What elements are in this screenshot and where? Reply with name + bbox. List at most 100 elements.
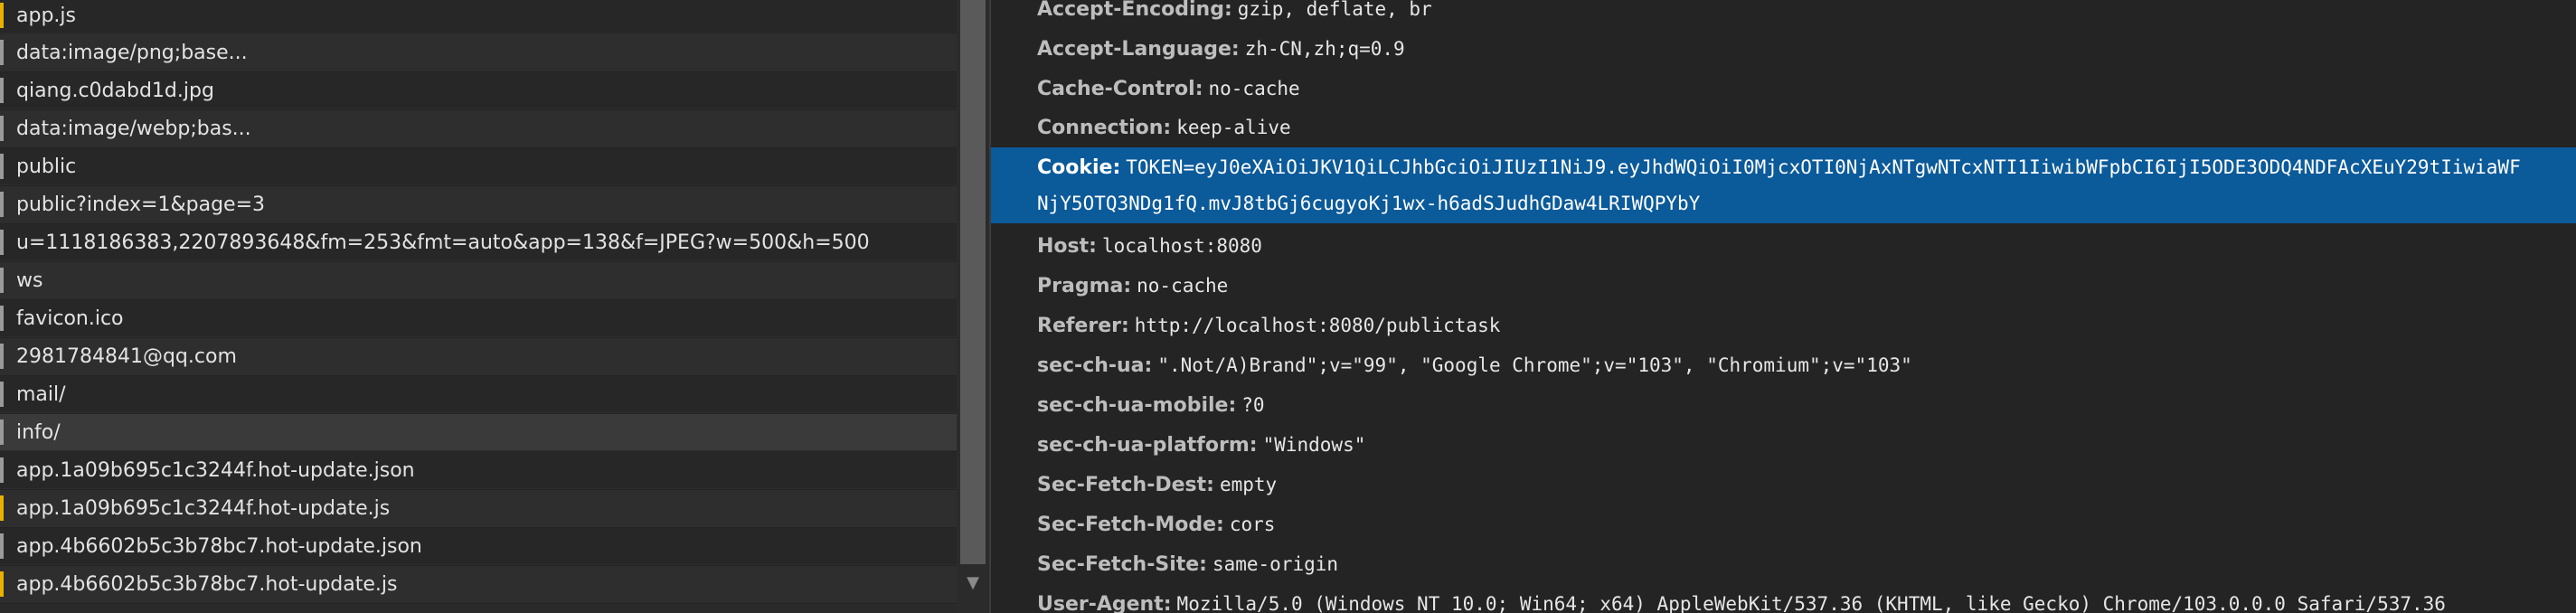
header-row: sec-ch-ua-mobile: ?0 [991,385,2576,425]
header-value: localhost:8080 [1101,235,1262,257]
file-icon [0,78,4,103]
request-name: u=1118186383,2207893648&fm=253&fmt=auto&… [16,231,870,254]
header-key: Sec-Fetch-Site: [1037,553,1207,576]
file-icon [0,268,4,293]
file-icon [0,230,4,255]
request-row[interactable]: public [0,148,957,185]
cookie-value-line1: TOKEN=eyJ0eXAiOiJKV1QiLCJhbGciOiJIUzI1Ni… [1126,156,2521,178]
header-key: Accept-Language: [1037,38,1240,61]
request-headers-panel: Accept-Encoding: gzip, deflate, br Accept… [991,0,2576,613]
request-list-scrollbar[interactable]: ▼ [957,0,989,613]
header-key: Pragma: [1037,275,1132,297]
request-name: mail/ [16,383,66,406]
header-row: Referer: http://localhost:8080/publictask [991,306,2576,345]
request-name: qiang.c0dabd1d.jpg [16,80,214,102]
header-value: Mozilla/5.0 (Windows NT 10.0; Win64; x64… [1176,593,2446,613]
header-row: Connection: keep-alive [991,108,2576,147]
request-row[interactable]: mail/ [0,376,957,413]
file-icon [0,192,4,217]
request-name: public [16,156,77,178]
file-icon [0,116,4,141]
cookie-header-row-selected[interactable]: Cookie: TOKEN=eyJ0eXAiOiJKV1QiLCJhbGciOiJ… [991,147,2576,223]
request-name: 2981784841@qq.com [16,345,237,368]
header-key: sec-ch-ua-mobile: [1037,394,1237,417]
header-value: http://localhost:8080/publictask [1134,315,1501,336]
header-value: ".Not/A)Brand";v="99", "Google Chrome";v… [1157,354,1912,376]
request-row[interactable]: ws [0,262,957,299]
header-value: no-cache [1137,275,1229,297]
header-row: Sec-Fetch-Dest: empty [991,465,2576,505]
request-list: app.js data:image/png;base... qiang.c0da… [0,0,957,613]
request-row[interactable]: app.4b6602b5c3b78bc7.hot-update.js [0,566,957,603]
header-value: zh-CN,zh;q=0.9 [1244,38,1405,60]
header-key: User-Agent: [1037,593,1172,613]
request-row[interactable]: 2981784841@qq.com [0,338,957,375]
header-row: Pragma: no-cache [991,266,2576,306]
scrollbar-thumb[interactable] [960,0,986,564]
request-name: app.4b6602b5c3b78bc7.hot-update.js [16,573,398,596]
header-row: Host: localhost:8080 [991,226,2576,266]
header-value: keep-alive [1176,117,1291,138]
request-name: ws [16,269,43,292]
devtools-network-panel: app.js data:image/png;base... qiang.c0da… [0,0,2576,613]
header-row: Accept-Language: zh-CN,zh;q=0.9 [991,29,2576,69]
file-icon [0,382,4,407]
file-icon [0,306,4,331]
list-bottom-edge [0,604,957,613]
header-row: Sec-Fetch-Site: same-origin [991,544,2576,584]
file-icon [0,420,4,445]
header-value: "Windows" [1262,434,1366,456]
request-name: data:image/webp;bas... [16,118,251,140]
request-row[interactable]: qiang.c0dabd1d.jpg [0,72,957,109]
header-value: no-cache [1208,78,1300,99]
request-name: app.1a09b695c1c3244f.hot-update.json [16,459,415,482]
header-row: Sec-Fetch-Mode: cors [991,505,2576,544]
header-key: sec-ch-ua: [1037,354,1153,377]
cookie-key: Cookie: [1037,156,1121,179]
header-value: same-origin [1212,553,1339,575]
request-row[interactable]: app.1a09b695c1c3244f.hot-update.js [0,490,957,527]
request-name: app.js [16,5,76,27]
header-key: Referer: [1037,315,1129,337]
file-icon [0,457,4,483]
request-row[interactable]: favicon.ico [0,300,957,337]
request-row[interactable]: data:image/webp;bas... [0,110,957,147]
request-name: info/ [16,421,61,444]
script-file-icon [0,571,4,597]
header-key: Cache-Control: [1037,78,1203,100]
request-row[interactable]: app.4b6602b5c3b78bc7.hot-update.json [0,528,957,565]
header-row: Cache-Control: no-cache [991,69,2576,108]
request-name: data:image/png;base... [16,42,248,64]
cookie-value-line2: NjY5OTQ3NDg1fQ.mvJ8tbGj6cugyoKj1wx-h6adS… [1037,193,1701,214]
request-row[interactable]: u=1118186383,2207893648&fm=253&fmt=auto&… [0,224,957,261]
header-key: Host: [1037,235,1097,258]
header-key: Accept-Encoding: [1037,0,1232,21]
scroll-down-arrow-icon[interactable]: ▼ [963,575,983,591]
file-icon [0,154,4,179]
request-row[interactable]: public?index=1&page=3 [0,186,957,223]
header-key: Sec-Fetch-Dest: [1037,474,1214,496]
script-file-icon [0,495,4,521]
header-key: Connection: [1037,117,1172,139]
header-value: cors [1229,514,1276,535]
request-row-selected[interactable]: info/ [0,414,957,451]
header-value: empty [1219,474,1278,495]
header-row: sec-ch-ua-platform: "Windows" [991,425,2576,465]
header-value: gzip, deflate, br [1237,0,1432,20]
header-key: sec-ch-ua-platform: [1037,434,1258,457]
request-name: app.4b6602b5c3b78bc7.hot-update.json [16,535,422,558]
header-value: ?0 [1241,394,1265,416]
file-icon [0,533,4,559]
request-row[interactable]: app.js [0,0,957,34]
request-row[interactable]: app.1a09b695c1c3244f.hot-update.json [0,452,957,489]
script-file-icon [0,3,4,28]
request-name: favicon.ico [16,307,124,330]
file-icon [0,344,4,369]
header-row: User-Agent: Mozilla/5.0 (Windows NT 10.0;… [991,584,2576,613]
request-row[interactable]: data:image/png;base... [0,34,957,71]
file-icon [0,40,4,65]
header-row: Accept-Encoding: gzip, deflate, br [991,0,2576,29]
request-name: public?index=1&page=3 [16,193,266,216]
request-name: app.1a09b695c1c3244f.hot-update.js [16,497,391,520]
header-key: Sec-Fetch-Mode: [1037,514,1224,536]
